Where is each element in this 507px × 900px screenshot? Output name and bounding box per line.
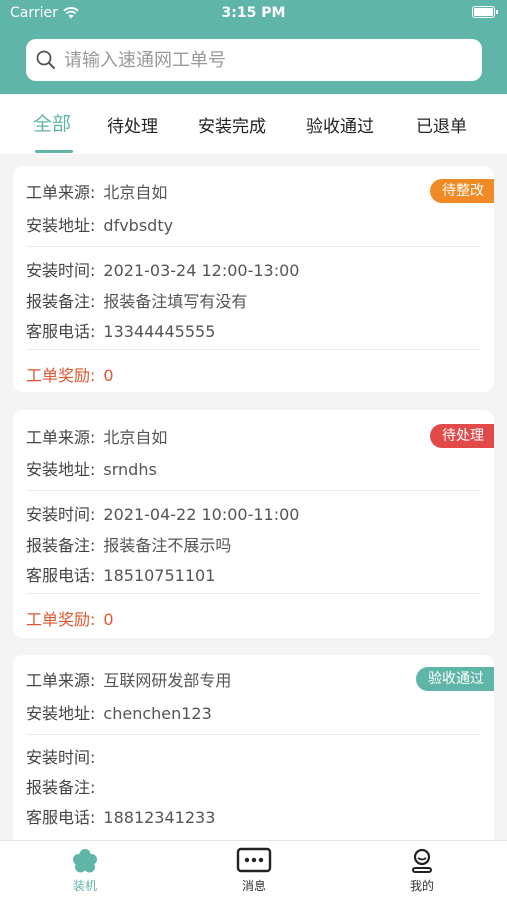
phone-row: 客服电话: 13344445555: [26, 318, 215, 342]
tab-installed[interactable]: 安装完成: [198, 112, 266, 137]
reward-row: 工单奖励: 0: [26, 362, 114, 386]
address-row: 安装地址: srndhs: [26, 456, 157, 480]
source-value: 北京自如: [103, 183, 168, 202]
source-row: 工单来源: 北京自如: [26, 179, 167, 203]
address-value: srndhs: [103, 460, 157, 479]
address-label: 安装地址:: [26, 704, 96, 723]
remark-row: 报装备注: 报装备注填写有没有: [26, 288, 247, 312]
install-time-label: 安装时间:: [26, 505, 96, 524]
flower-icon: [73, 849, 97, 873]
order-card[interactable]: 工单来源: 北京自如 待整改 安装地址: dfvbsdty 安装时间: 2021-03…: [13, 166, 494, 392]
install-time-row: 安装时间: 2021-04-22 10:00-11:00: [26, 501, 299, 525]
status-badge: 待处理: [430, 424, 494, 448]
reward-label: 工单奖励:: [26, 366, 96, 385]
reward-row: 工单奖励: 0: [26, 606, 114, 630]
remark-label: 报装备注:: [26, 536, 96, 555]
remark-label: 报装备注:: [26, 292, 96, 311]
phone-label: 客服电话:: [26, 808, 96, 827]
tab-active-indicator: [35, 150, 73, 153]
reward-value: 0: [103, 610, 114, 629]
tabbar-item-profile[interactable]: 我的: [392, 847, 452, 894]
remark-label: 报装备注:: [26, 778, 96, 797]
filter-tabs: 全部 待处理 安装完成 验收通过 已退单: [0, 94, 507, 154]
address-row: 安装地址: dfvbsdty: [26, 212, 173, 236]
reward-label: 工单奖励:: [26, 610, 96, 629]
search-input[interactable]: [64, 49, 464, 71]
reward-value: 0: [103, 366, 114, 385]
install-time-value: 2021-04-22 10:00-11:00: [103, 505, 300, 524]
status-time: 3:15 PM: [221, 5, 286, 21]
status-bar: Carrier 3:15 PM: [0, 0, 507, 28]
address-label: 安装地址:: [26, 216, 96, 235]
source-row: 工单来源: 北京自如: [26, 424, 167, 448]
divider: [26, 734, 481, 735]
install-time-label: 安装时间:: [26, 261, 96, 280]
remark-row: 报装备注: 报装备注不展示吗: [26, 532, 231, 556]
battery-icon: [472, 6, 498, 18]
divider: [26, 593, 481, 594]
tabbar-item-messages[interactable]: 消息: [224, 847, 284, 894]
tabbar-label-install: 装机: [72, 879, 97, 893]
bottom-tab-bar: 装机 消息 我的: [0, 840, 507, 900]
search-bar[interactable]: [26, 39, 482, 81]
phone-label: 客服电话:: [26, 566, 96, 585]
search-icon: [36, 50, 55, 69]
source-label: 工单来源:: [26, 671, 96, 690]
tabbar-label-profile: 我的: [409, 879, 434, 893]
tab-accepted[interactable]: 验收通过: [306, 112, 374, 137]
address-row: 安装地址: chenchen123: [26, 700, 212, 724]
source-label: 工单来源:: [26, 428, 96, 447]
phone-row: 客服电话: 18510751101: [26, 562, 215, 586]
status-badge: 验收通过: [416, 667, 494, 691]
status-badge: 待整改: [430, 179, 494, 203]
divider: [26, 349, 481, 350]
install-time-row: 安装时间:: [26, 744, 103, 768]
remark-row: 报装备注:: [26, 774, 103, 798]
phone-label: 客服电话:: [26, 322, 96, 341]
remark-value: 报装备注填写有没有: [103, 292, 248, 311]
header: Carrier 3:15 PM: [0, 0, 507, 94]
user-icon: [412, 848, 432, 873]
phone-value[interactable]: 18510751101: [103, 566, 215, 585]
divider: [26, 490, 481, 491]
address-value: chenchen123: [103, 704, 212, 723]
address-value: dfvbsdty: [103, 216, 174, 235]
source-row: 工单来源: 互联网研发部专用: [26, 667, 231, 691]
tabbar-item-install[interactable]: 装机: [55, 847, 115, 894]
source-value: 互联网研发部专用: [103, 671, 232, 690]
source-label: 工单来源:: [26, 183, 96, 202]
order-card[interactable]: 工单来源: 互联网研发部专用 验收通过 安装地址: chenchen123 安装时间…: [13, 655, 494, 855]
order-card[interactable]: 工单来源: 北京自如 待处理 安装地址: srndhs 安装时间: 2021-04-2…: [13, 410, 494, 638]
tab-returned[interactable]: 已退单: [416, 112, 467, 137]
phone-value[interactable]: 13344445555: [103, 322, 215, 341]
tab-pending[interactable]: 待处理: [107, 112, 158, 137]
phone-row: 客服电话: 18812341233: [26, 804, 215, 828]
install-time-row: 安装时间: 2021-03-24 12:00-13:00: [26, 257, 299, 281]
message-icon: [236, 847, 272, 873]
address-label: 安装地址:: [26, 460, 96, 479]
remark-value: 报装备注不展示吗: [103, 536, 232, 555]
divider: [26, 246, 481, 247]
source-value: 北京自如: [103, 428, 168, 447]
tabbar-label-messages: 消息: [241, 879, 266, 893]
phone-value[interactable]: 18812341233: [103, 808, 215, 827]
tab-all[interactable]: 全部: [33, 109, 71, 136]
install-time-label: 安装时间:: [26, 748, 96, 767]
install-time-value: 2021-03-24 12:00-13:00: [103, 261, 300, 280]
